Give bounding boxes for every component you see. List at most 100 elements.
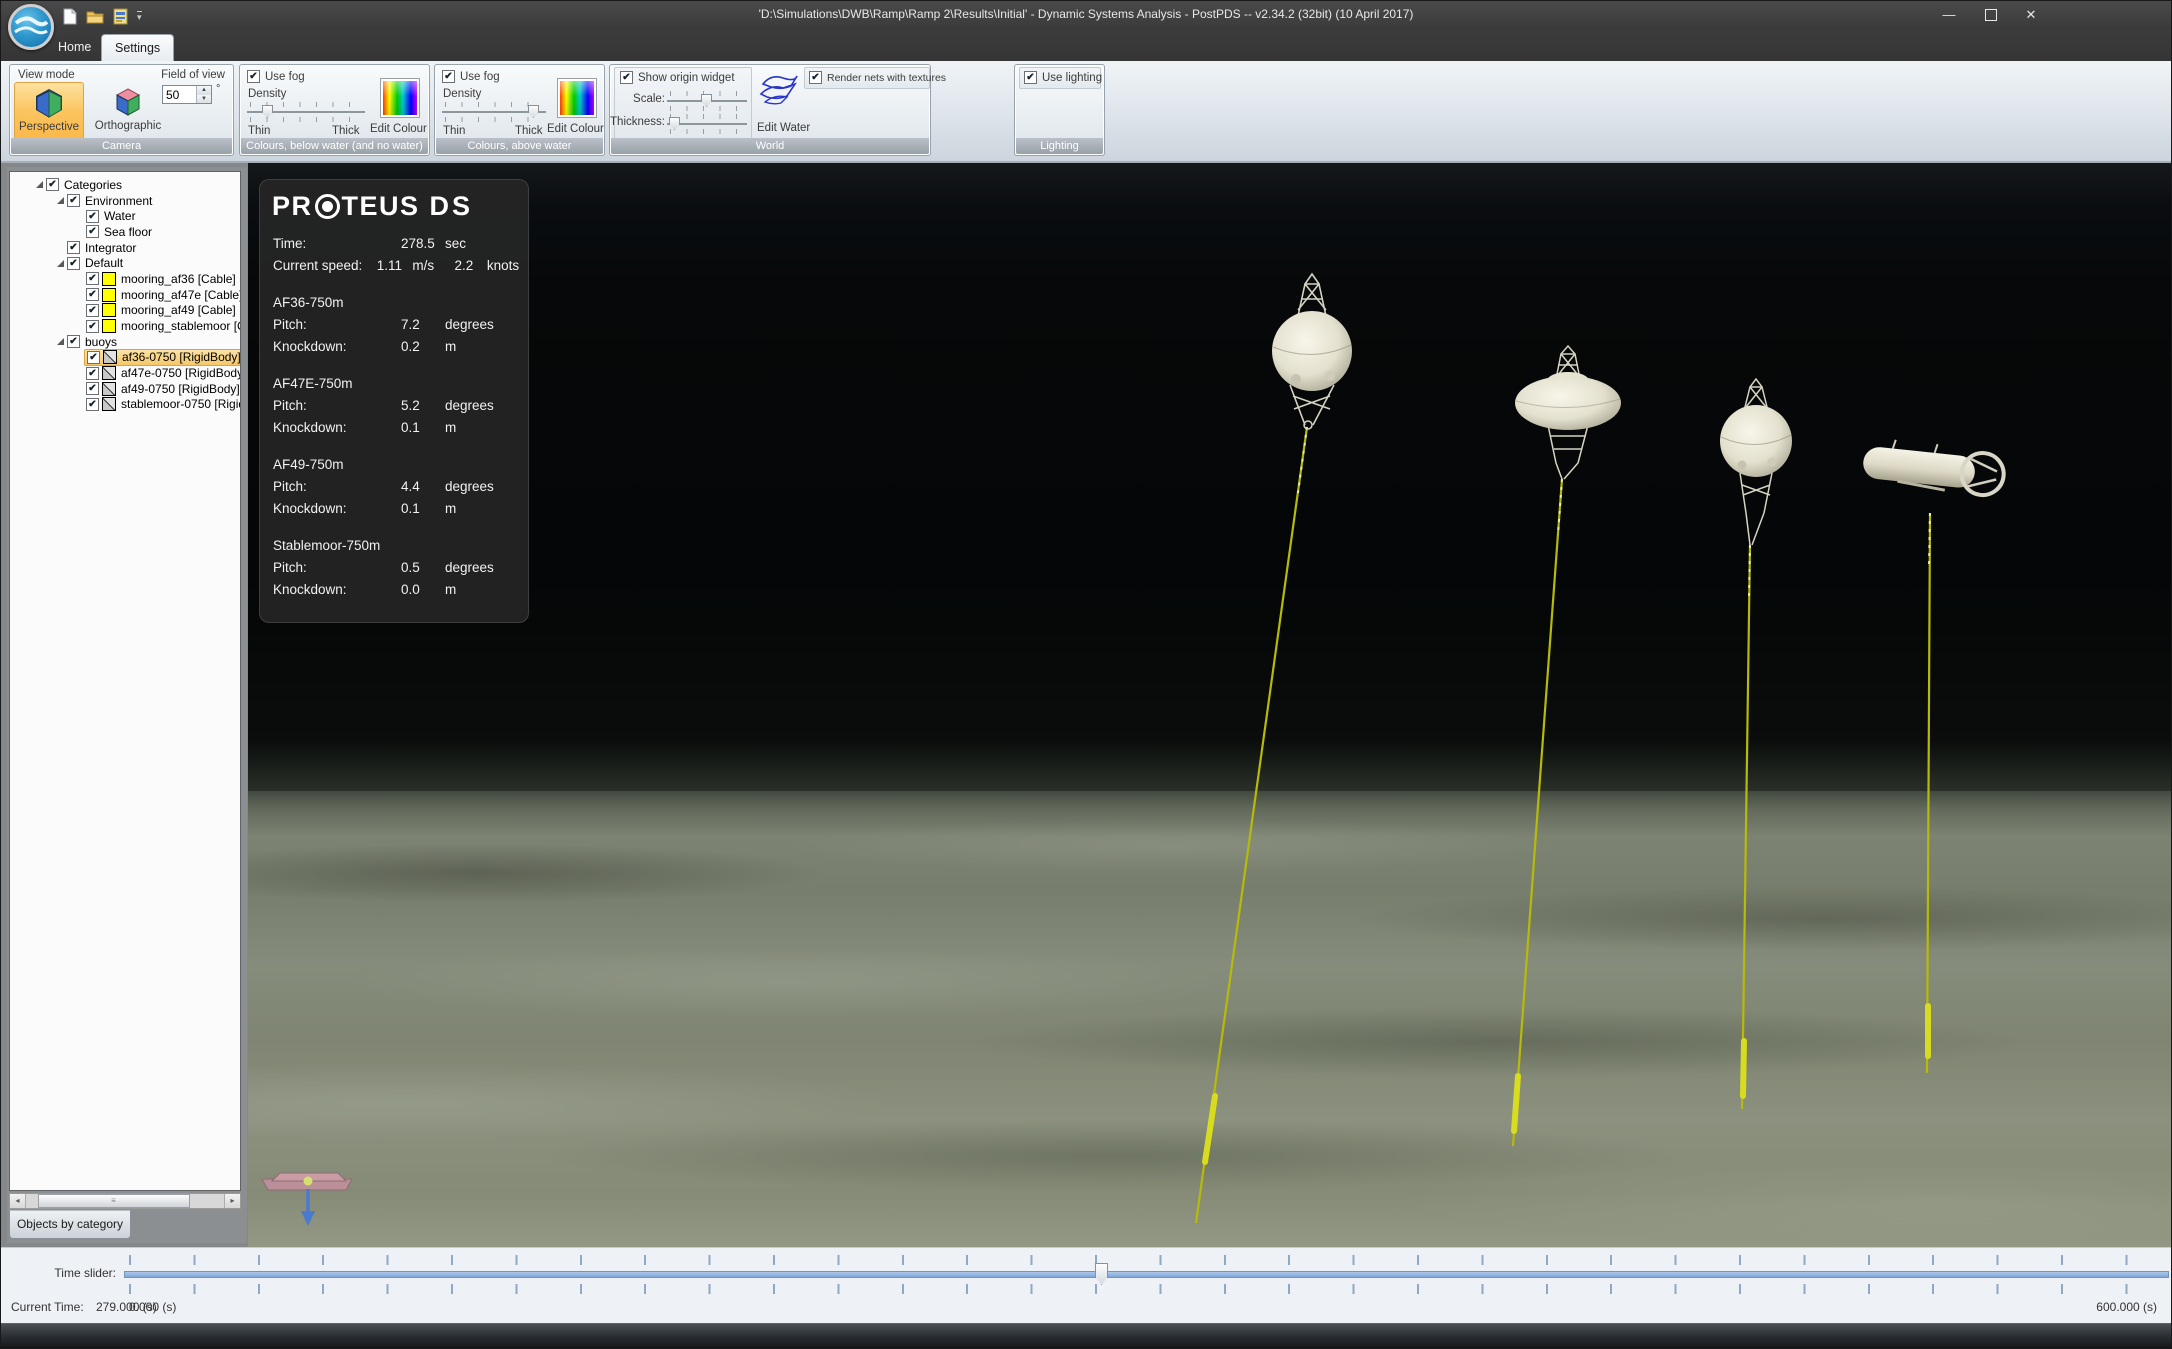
cable-segment-marks bbox=[1298, 427, 1930, 597]
close-button[interactable]: ✕ bbox=[2011, 1, 2051, 29]
view-mode-label: View mode bbox=[18, 69, 75, 81]
colour-swatch[interactable] bbox=[102, 366, 116, 380]
show-origin-checkbox[interactable] bbox=[620, 71, 633, 84]
checkbox[interactable] bbox=[86, 398, 99, 411]
checkbox[interactable] bbox=[86, 367, 99, 380]
fog-density-slider-below[interactable] bbox=[247, 99, 365, 125]
tree-item-stablemoor-0750[interactable]: stablemoor-0750 [Rigid bbox=[10, 397, 240, 413]
tree-item-mooring-af49[interactable]: mooring_af49 [Cable] bbox=[10, 303, 240, 319]
time-slider-track[interactable] bbox=[124, 1271, 2169, 1278]
colour-swatch[interactable] bbox=[102, 272, 116, 286]
qat-dropdown-icon[interactable]: ▾ bbox=[137, 11, 142, 21]
edit-colour-above-button[interactable]: Edit Colour bbox=[547, 123, 604, 135]
tree-item-buoys[interactable]: buoys bbox=[10, 334, 240, 350]
tree-item-mooring-stablemoor[interactable]: mooring_stablemoor [C bbox=[10, 318, 240, 334]
minimize-button[interactable]: — bbox=[1929, 1, 1969, 29]
colour-swatch[interactable] bbox=[102, 319, 116, 333]
checkbox[interactable] bbox=[67, 257, 80, 270]
tree-horizontal-scrollbar[interactable]: ◂ ≡ ▸ bbox=[9, 1193, 241, 1209]
buoy-af36[interactable] bbox=[1272, 274, 1352, 429]
edit-water-button[interactable]: Edit Water bbox=[757, 122, 810, 134]
tree-item-label: af47e-0750 [RigidBody] bbox=[121, 366, 241, 380]
selected-row[interactable]: af36-0750 [RigidBody] bbox=[84, 349, 241, 366]
tree-item-af36-0750[interactable]: af36-0750 [RigidBody] bbox=[10, 350, 240, 366]
report-icon[interactable] bbox=[113, 8, 128, 25]
time-slider-thumb[interactable] bbox=[1095, 1263, 1108, 1285]
checkbox[interactable] bbox=[86, 210, 99, 223]
perspective-button[interactable]: Perspective bbox=[14, 82, 84, 140]
checkbox[interactable] bbox=[67, 194, 80, 207]
tree-item-water[interactable]: Water bbox=[10, 208, 240, 224]
scroll-right-icon[interactable]: ▸ bbox=[224, 1194, 240, 1208]
colour-swatch[interactable] bbox=[102, 382, 116, 396]
expander-icon[interactable] bbox=[55, 336, 66, 347]
tree-item-sea-floor[interactable]: Sea floor bbox=[10, 224, 240, 240]
use-fog-above-label: Use fog bbox=[460, 71, 500, 83]
edit-colour-swatch-icon[interactable] bbox=[380, 78, 420, 118]
checkbox[interactable] bbox=[86, 272, 99, 285]
edit-colour-below-button[interactable]: Edit Colour bbox=[370, 123, 427, 135]
ribbon: View mode Field of view Perspective Orth… bbox=[1, 61, 2171, 163]
open-folder-icon[interactable] bbox=[86, 9, 104, 24]
fov-spinner[interactable]: 50 ▲▼ bbox=[162, 85, 212, 104]
checkbox[interactable] bbox=[86, 320, 99, 333]
scrollbar-thumb[interactable]: ≡ bbox=[38, 1194, 190, 1208]
checkbox[interactable] bbox=[86, 382, 99, 395]
tree-item-af49-0750[interactable]: af49-0750 [RigidBody] bbox=[10, 381, 240, 397]
orthographic-button[interactable]: Orthographic bbox=[88, 82, 168, 140]
tree-item-label: buoys bbox=[85, 335, 117, 349]
buoy-af47e[interactable] bbox=[1515, 346, 1621, 479]
time-slider-label: Time slider: bbox=[1, 1266, 116, 1280]
checkbox[interactable] bbox=[67, 335, 80, 348]
ribbon-group-fog-above: Use fog Density Thin Thick Edit Colour C… bbox=[434, 64, 605, 156]
render-nets-label: Render nets with textures bbox=[827, 72, 946, 84]
wave-logo-icon bbox=[14, 13, 48, 43]
tree-item-categories[interactable]: Categories bbox=[10, 177, 240, 193]
scroll-left-icon[interactable]: ◂ bbox=[10, 1194, 26, 1208]
checkbox[interactable] bbox=[86, 304, 99, 317]
maximize-button[interactable] bbox=[1971, 1, 2011, 29]
use-fog-above-checkbox[interactable] bbox=[442, 70, 455, 83]
tree-item-mooring-af47e[interactable]: mooring_af47e [Cable] bbox=[10, 287, 240, 303]
tree-item-environment[interactable]: Environment bbox=[10, 193, 240, 209]
render-nets-checkbox[interactable] bbox=[809, 71, 822, 84]
app-menu-button[interactable] bbox=[8, 4, 54, 50]
tree-item-default[interactable]: Default bbox=[10, 255, 240, 271]
use-fog-below-checkbox[interactable] bbox=[247, 70, 260, 83]
edit-colour-swatch-icon[interactable] bbox=[557, 78, 597, 118]
tab-home[interactable]: Home bbox=[45, 34, 104, 61]
tab-objects-by-category[interactable]: Objects by category bbox=[9, 1210, 131, 1239]
timeline-ticks-bottom bbox=[129, 1284, 2161, 1294]
object-tree[interactable]: Categories Environment Water Sea floor I… bbox=[9, 171, 241, 1191]
stats-overlay-panel: PR TEUS DS Time: 278.5 sec Current speed… bbox=[259, 179, 529, 623]
checkbox[interactable] bbox=[86, 225, 99, 238]
expander-icon[interactable] bbox=[34, 179, 45, 190]
checkbox[interactable] bbox=[87, 351, 100, 364]
tree-item-af47e-0750[interactable]: af47e-0750 [RigidBody] bbox=[10, 365, 240, 381]
colour-swatch[interactable] bbox=[102, 303, 116, 317]
use-fog-below-label: Use fog bbox=[265, 71, 305, 83]
colour-swatch[interactable] bbox=[102, 288, 116, 302]
colour-swatch[interactable] bbox=[102, 397, 116, 411]
buoy-stablemoor[interactable] bbox=[1861, 437, 2006, 497]
checkbox[interactable] bbox=[67, 241, 80, 254]
fov-value[interactable]: 50 bbox=[163, 86, 196, 103]
new-file-icon[interactable] bbox=[63, 8, 77, 25]
buoy-af49[interactable] bbox=[1720, 379, 1792, 545]
expander-icon[interactable] bbox=[55, 195, 66, 206]
spin-down-icon[interactable]: ▼ bbox=[197, 95, 211, 104]
colour-swatch[interactable] bbox=[103, 350, 117, 364]
edit-water-icon[interactable] bbox=[757, 70, 801, 106]
tab-settings[interactable]: Settings bbox=[101, 34, 174, 62]
use-lighting-checkbox[interactable] bbox=[1024, 71, 1037, 84]
expander-icon[interactable] bbox=[55, 258, 66, 269]
3d-viewport[interactable]: PR TEUS DS Time: 278.5 sec Current speed… bbox=[248, 163, 2171, 1247]
spin-up-icon[interactable]: ▲ bbox=[197, 86, 211, 95]
origin-thickness-slider[interactable] bbox=[667, 111, 747, 137]
section-name: AF49-750m bbox=[273, 457, 529, 472]
checkbox[interactable] bbox=[46, 178, 59, 191]
fog-density-slider-above[interactable] bbox=[442, 99, 546, 125]
tree-item-integrator[interactable]: Integrator bbox=[10, 240, 240, 256]
tree-item-mooring-af36[interactable]: mooring_af36 [Cable] bbox=[10, 271, 240, 287]
checkbox[interactable] bbox=[86, 288, 99, 301]
